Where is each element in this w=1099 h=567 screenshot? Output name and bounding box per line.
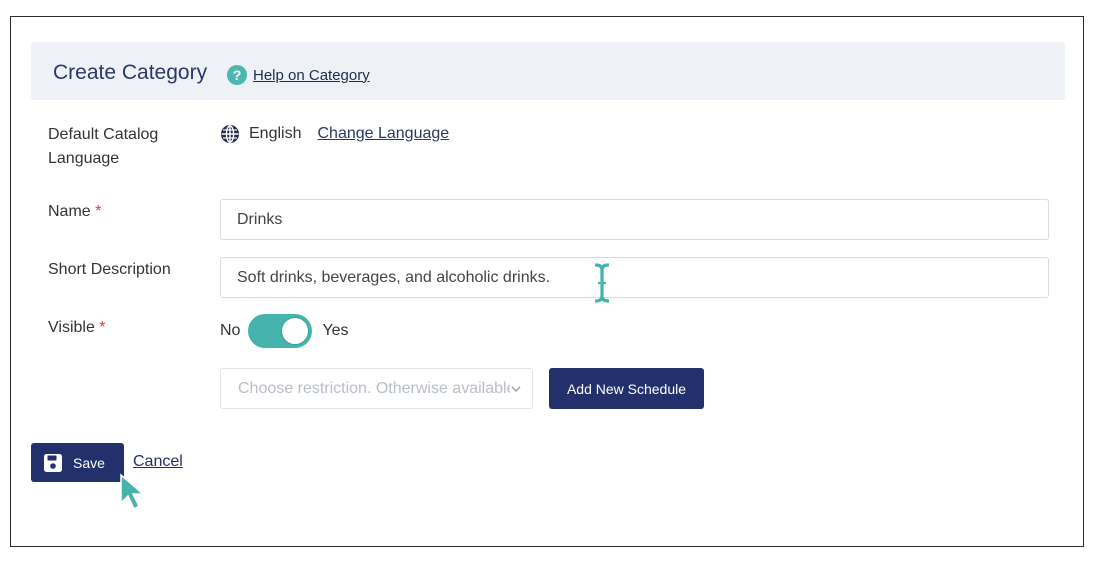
toggle-off-label: No (220, 322, 241, 339)
chevron-down-icon (511, 385, 521, 392)
required-mark: * (99, 319, 106, 336)
language-row: English Change Language (220, 124, 449, 144)
help-link-group[interactable]: ? Help on Category (227, 65, 370, 85)
save-label: Save (73, 454, 105, 471)
short-description-label: Short Description (48, 261, 171, 278)
text-cursor-icon (595, 263, 609, 303)
cancel-link[interactable]: Cancel (133, 453, 183, 471)
page-frame: Create Category ? Help on Category Defau… (10, 16, 1084, 547)
visible-label-text: Visible (48, 319, 95, 336)
name-label: Name * (48, 200, 101, 224)
question-circle-icon[interactable]: ? (227, 65, 247, 85)
help-on-category-link[interactable]: Help on Category (253, 67, 370, 84)
save-button[interactable]: Save (31, 443, 124, 482)
short-description-input[interactable] (220, 257, 1049, 298)
restriction-placeholder: Choose restriction. Otherwise available (238, 379, 510, 397)
restriction-select[interactable]: Choose restriction. Otherwise available (220, 368, 533, 409)
name-label-text: Name (48, 203, 91, 220)
mouse-pointer-icon (120, 473, 146, 511)
name-input[interactable] (220, 199, 1049, 240)
toggle-on-label: Yes (322, 322, 349, 339)
visible-toggle[interactable] (248, 314, 313, 348)
language-value: English (249, 125, 302, 142)
language-label: Default Catalog Language (48, 126, 159, 167)
page-header: Create Category ? Help on Category (31, 42, 1065, 100)
page-title: Create Category (53, 61, 208, 84)
add-new-schedule-button[interactable]: Add New Schedule (549, 368, 704, 409)
visible-label: Visible * (48, 316, 106, 340)
toggle-knob (281, 317, 310, 345)
required-mark: * (95, 203, 102, 220)
globe-icon (221, 125, 239, 143)
floppy-disk-icon (44, 453, 62, 472)
change-language-link[interactable]: Change Language (317, 125, 449, 143)
visible-toggle-row: No Yes (220, 314, 349, 348)
